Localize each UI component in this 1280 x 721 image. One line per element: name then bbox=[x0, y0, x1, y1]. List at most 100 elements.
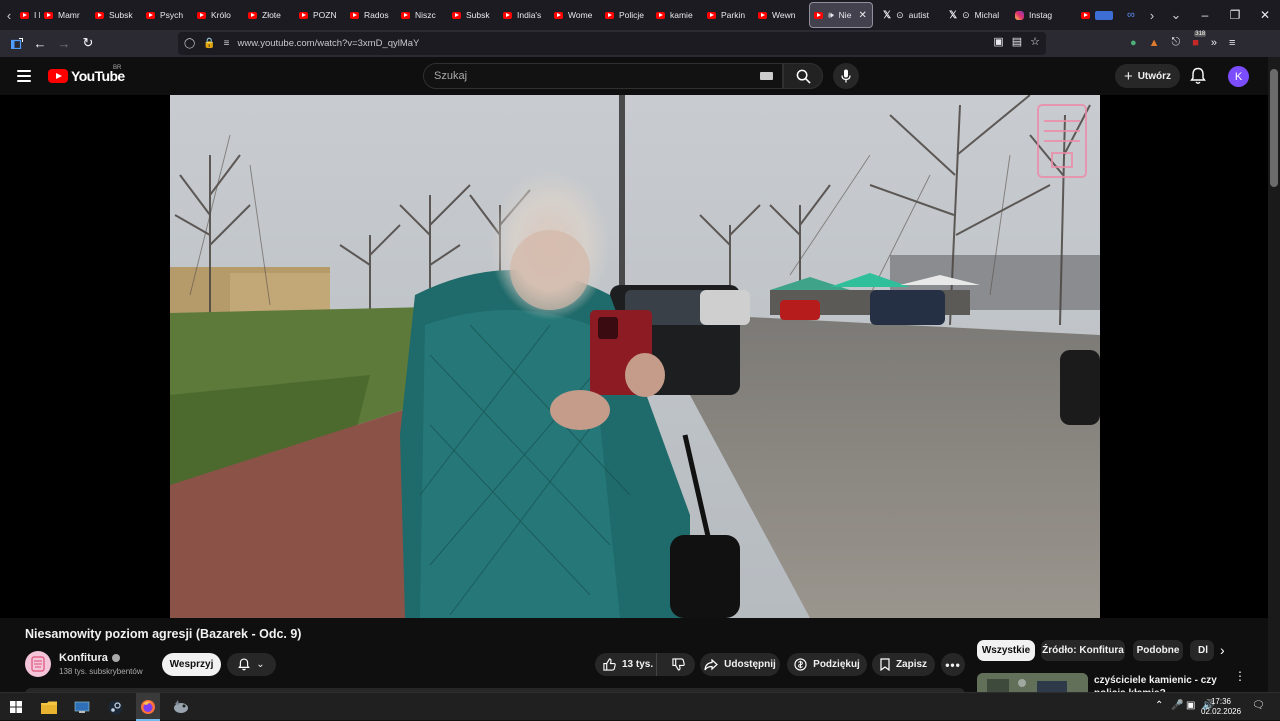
browser-toolbar: ← → ↻ ◯ 🔒 ≡ www.youtube.com/watch?v=3xmD… bbox=[0, 30, 1280, 57]
microphone-tray-icon[interactable]: 🎤 bbox=[1171, 700, 1183, 711]
reader-view-icon[interactable]: ▤ bbox=[1012, 35, 1022, 48]
lock-icon[interactable]: 🔒 bbox=[203, 38, 215, 49]
bookmark-star-icon[interactable]: ☆ bbox=[1030, 35, 1040, 48]
like-button[interactable]: 13 tys. bbox=[595, 653, 657, 676]
dislike-button[interactable] bbox=[663, 653, 695, 676]
guide-menu-icon[interactable] bbox=[17, 70, 31, 82]
extensions-icon[interactable]: ⎋ bbox=[1172, 36, 1181, 49]
firefox-icon[interactable] bbox=[138, 697, 158, 717]
network-icon[interactable]: ▣ bbox=[1186, 700, 1195, 711]
reload-icon[interactable]: ↻ bbox=[76, 31, 100, 55]
youtube-icon bbox=[814, 11, 823, 19]
app-icon[interactable] bbox=[171, 697, 191, 717]
computer-app-icon[interactable] bbox=[72, 697, 92, 717]
search-input[interactable]: Szukaj bbox=[423, 63, 783, 89]
system-clock[interactable]: 17:36 02.02.2026 bbox=[1201, 697, 1241, 717]
tracking-protection-icon[interactable]: ◯ bbox=[184, 38, 195, 49]
account-avatar[interactable]: K bbox=[1228, 66, 1249, 87]
channel-avatar[interactable] bbox=[25, 651, 51, 677]
fox-extension-icon[interactable]: ▲ bbox=[1149, 37, 1160, 49]
tab-11[interactable]: Wome bbox=[550, 2, 601, 28]
support-button[interactable]: Wesprzyj bbox=[162, 653, 221, 676]
close-tab-icon[interactable]: ✕ bbox=[858, 10, 866, 21]
chip-all[interactable]: Wszystkie bbox=[977, 640, 1035, 661]
tab-2[interactable]: Instag bbox=[1011, 2, 1077, 28]
back-icon[interactable]: ← bbox=[28, 31, 52, 55]
tab-1[interactable]: Mamr bbox=[40, 2, 91, 28]
page-scrollbar[interactable] bbox=[1268, 57, 1280, 692]
list-all-tabs-icon[interactable]: ⌄ bbox=[1167, 0, 1185, 30]
notifications-button[interactable] bbox=[1190, 67, 1208, 85]
notifications-settings-button[interactable]: ⌄ bbox=[227, 653, 276, 676]
save-label: Zapisz bbox=[895, 659, 928, 670]
youtube-logo[interactable]: YouTube BR bbox=[48, 65, 125, 84]
tab-13[interactable]: kamie bbox=[652, 2, 703, 28]
ublock-icon[interactable]: ■ 318 bbox=[1192, 30, 1207, 49]
youtube-icon bbox=[350, 11, 359, 19]
channel-name-text[interactable]: Konfitura bbox=[59, 652, 108, 664]
url-bar[interactable]: ◯ 🔒 ≡ www.youtube.com/watch?v=3xmD_qylMa… bbox=[178, 32, 1046, 55]
notifications-tray-icon[interactable]: 🗨 bbox=[1252, 700, 1265, 711]
chip-more[interactable]: Dl bbox=[1190, 640, 1214, 661]
chips-next-icon[interactable]: › bbox=[1220, 642, 1225, 658]
bell-icon bbox=[238, 658, 251, 671]
tab-0[interactable]: I b bbox=[18, 2, 40, 28]
tab-8[interactable]: Niszc bbox=[397, 2, 448, 28]
save-button[interactable]: Zapisz bbox=[872, 653, 935, 676]
channel-name[interactable]: Konfitura bbox=[59, 652, 120, 664]
recommendation-menu-icon[interactable]: ⋮ bbox=[1234, 670, 1246, 682]
share-button[interactable]: Udostępnij bbox=[700, 653, 780, 676]
video-frame[interactable] bbox=[170, 95, 1100, 618]
instagram-icon bbox=[1015, 10, 1024, 20]
steam-icon[interactable] bbox=[105, 697, 125, 717]
tab-7[interactable]: Rados bbox=[346, 2, 397, 28]
show-hidden-icons[interactable]: ⌃ bbox=[1155, 700, 1163, 711]
sidebar-toggle-icon[interactable] bbox=[5, 31, 29, 55]
chip-source[interactable]: Źródło: Konfitura bbox=[1041, 640, 1125, 661]
file-explorer-icon[interactable] bbox=[39, 697, 59, 717]
permissions-icon[interactable]: ≡ bbox=[224, 38, 230, 49]
x-icon: 𝕏 bbox=[949, 9, 958, 21]
tab-youtube-group[interactable] bbox=[1077, 2, 1123, 28]
tab-1[interactable]: 𝕏 ⊙ Michal bbox=[945, 2, 1011, 28]
app-menu-icon[interactable]: ≡ bbox=[1229, 37, 1235, 49]
tab-2[interactable]: Subsk bbox=[91, 2, 142, 28]
create-button[interactable]: + Utwórz bbox=[1115, 64, 1180, 88]
tab-3[interactable]: Psych bbox=[142, 2, 193, 28]
forward-icon[interactable]: → bbox=[52, 31, 76, 55]
tab-4[interactable]: Królo bbox=[193, 2, 244, 28]
speaker-icon[interactable]: 🕪 bbox=[828, 10, 834, 21]
more-actions-button[interactable]: ••• bbox=[941, 653, 965, 676]
thanks-button[interactable]: Podziękuj bbox=[787, 653, 867, 676]
tabs-scroll-right-icon[interactable]: › bbox=[1143, 0, 1161, 30]
minimize-icon[interactable]: – bbox=[1190, 0, 1220, 30]
restore-icon[interactable]: ❐ bbox=[1220, 0, 1250, 30]
chip-similar[interactable]: Podobne bbox=[1133, 640, 1183, 661]
start-menu-icon[interactable] bbox=[6, 697, 26, 717]
tab-active[interactable]: 🕪 Nie ✕ bbox=[809, 2, 873, 28]
url-text[interactable]: www.youtube.com/watch?v=3xmD_qylMaY bbox=[238, 38, 420, 49]
picture-in-picture-icon[interactable]: ▣ bbox=[993, 35, 1003, 48]
overflow-chevrons-icon[interactable]: » bbox=[1211, 37, 1217, 49]
shield-extension-icon[interactable]: ● bbox=[1130, 37, 1137, 49]
tabs-scroll-left-icon[interactable]: ‹ bbox=[0, 0, 18, 30]
tab-label: Niszc bbox=[415, 10, 436, 20]
tab-15[interactable]: Wewn bbox=[754, 2, 805, 28]
tab-misc[interactable]: ∞ bbox=[1123, 2, 1143, 28]
search-button[interactable] bbox=[783, 63, 823, 89]
tab-0[interactable]: 𝕏 ⊙ autist bbox=[879, 2, 945, 28]
video-player[interactable] bbox=[0, 95, 1268, 618]
tab-label: Złote bbox=[262, 10, 281, 20]
subscriber-count: 138 tys. subskrybentów bbox=[59, 667, 143, 676]
voice-search-button[interactable] bbox=[833, 63, 859, 89]
tab-5[interactable]: Złote bbox=[244, 2, 295, 28]
tab-9[interactable]: Subsk bbox=[448, 2, 499, 28]
tab-12[interactable]: Policje bbox=[601, 2, 652, 28]
keyboard-icon[interactable] bbox=[760, 72, 773, 80]
tab-14[interactable]: Parkin bbox=[703, 2, 754, 28]
close-window-icon[interactable]: ✕ bbox=[1250, 0, 1280, 30]
audio-icon: ⊙ bbox=[896, 9, 904, 20]
tab-10[interactable]: India's bbox=[499, 2, 550, 28]
tab-6[interactable]: POZN bbox=[295, 2, 346, 28]
scrollbar-thumb[interactable] bbox=[1270, 69, 1278, 187]
